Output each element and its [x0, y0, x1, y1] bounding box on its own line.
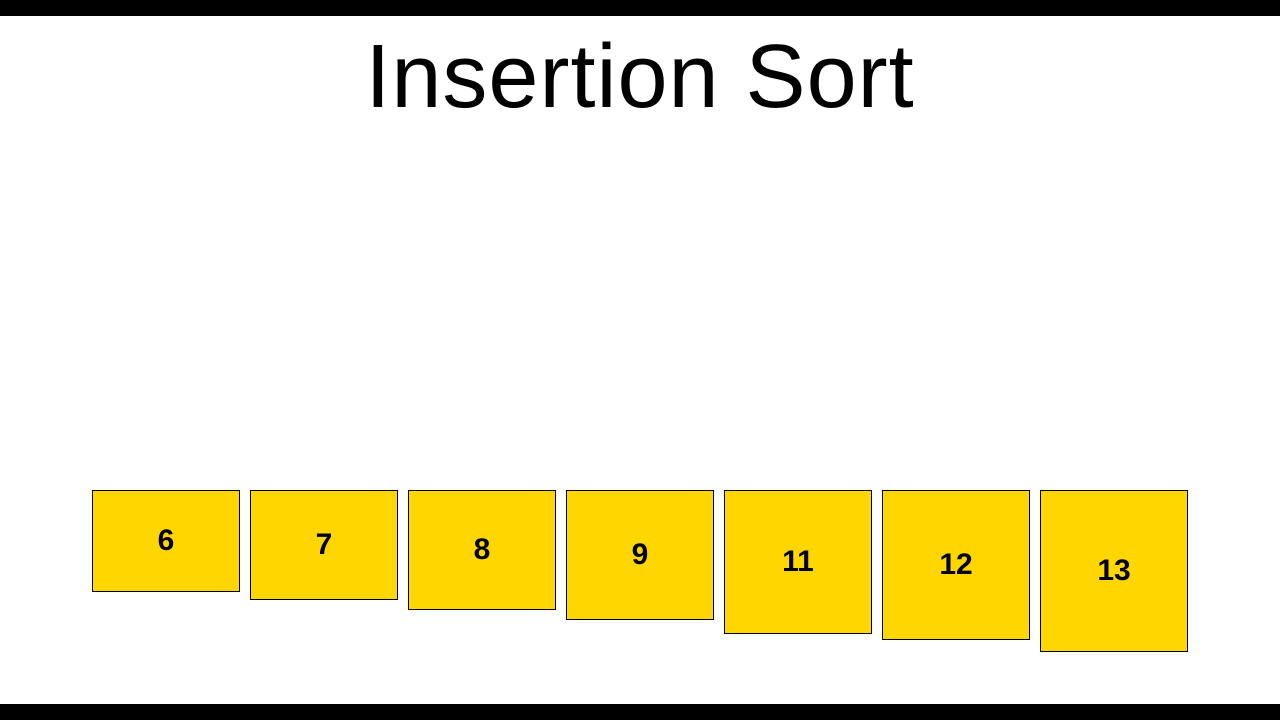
array-cell-value: 12 [939, 548, 972, 582]
slide-title: Insertion Sort [0, 26, 1280, 129]
array-cell-value: 8 [474, 533, 491, 567]
array-visualization: 6 7 8 9 11 12 13 [92, 490, 1192, 670]
array-cell: 13 [1040, 490, 1188, 652]
array-cell: 9 [566, 490, 714, 620]
array-cell: 6 [92, 490, 240, 592]
array-cell: 12 [882, 490, 1030, 640]
array-cell-value: 6 [158, 524, 175, 558]
array-cell-value: 13 [1097, 554, 1130, 588]
array-cell-value: 9 [632, 538, 649, 572]
array-cell: 8 [408, 490, 556, 610]
array-cell: 7 [250, 490, 398, 600]
slide-canvas: Insertion Sort 6 7 8 9 11 12 13 [0, 16, 1280, 704]
array-cell: 11 [724, 490, 872, 634]
array-cell-value: 11 [782, 545, 814, 579]
array-cell-value: 7 [316, 528, 333, 562]
